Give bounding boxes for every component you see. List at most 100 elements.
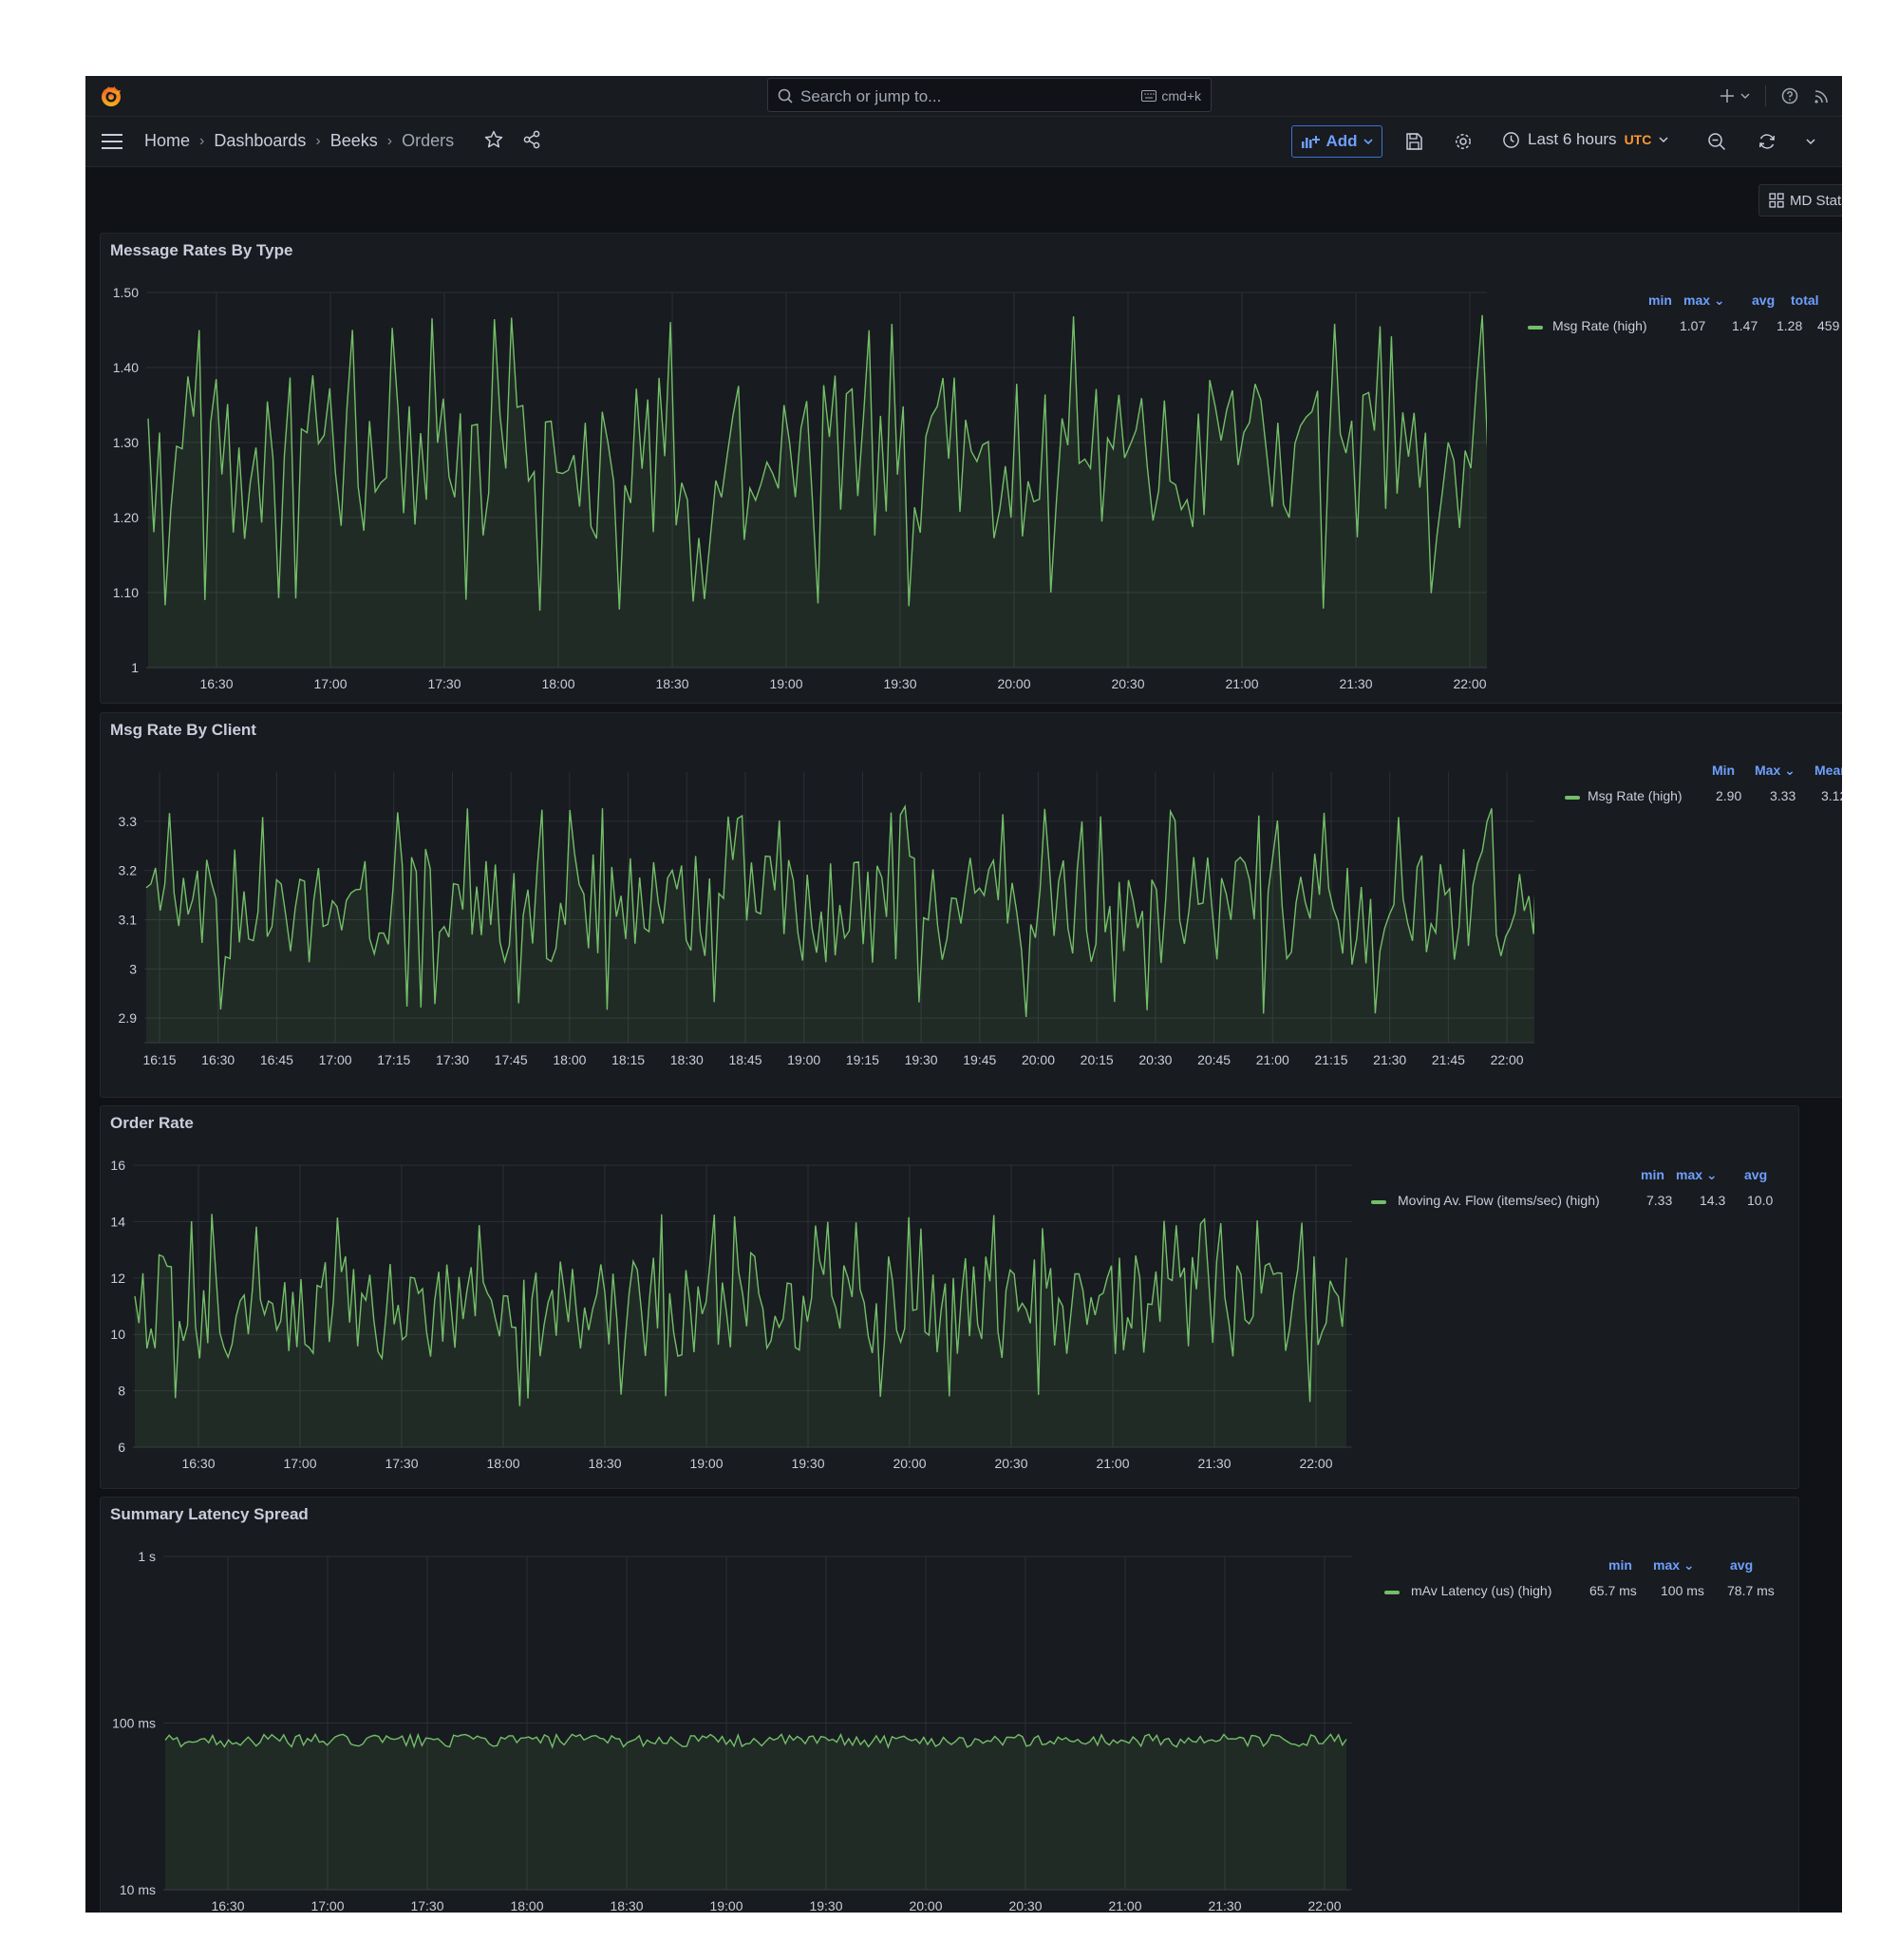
x-tick-label: 18:15 [611, 1052, 645, 1067]
y-tick-label: 1.20 [113, 510, 139, 525]
search-shortcut: cmd+k [1141, 88, 1201, 104]
x-tick-label: 21:30 [1208, 1898, 1241, 1913]
x-tick-label: 16:30 [199, 676, 233, 691]
x-tick-label: 18:00 [553, 1052, 586, 1067]
legend-max: 1.47 [1732, 318, 1758, 333]
x-tick-label: 16:30 [201, 1052, 235, 1067]
search-box[interactable]: Search or jump to... cmd+k [767, 78, 1212, 112]
y-tick-label: 16 [110, 1158, 125, 1173]
y-tick-label: 1.50 [113, 285, 139, 300]
x-tick-label: 22:00 [1307, 1898, 1341, 1913]
x-tick-label: 20:30 [994, 1456, 1027, 1471]
chart-msg-rate-by-client: 2.9 3 3.1 3.2 3.3 16:15 16:30 16:45 17:00 17:15 17… [119, 772, 1534, 1067]
star-icon[interactable] [484, 130, 503, 149]
legend-header-min[interactable]: min [1648, 292, 1672, 308]
dashboard-title-actions [484, 130, 541, 149]
sort-chevron-icon: ⌄ [1784, 763, 1796, 778]
legend-mean: 3.12 [1821, 788, 1842, 803]
x-tick-label: 22:00 [1453, 676, 1486, 691]
legend-header-min[interactable]: min [1608, 1557, 1632, 1573]
x-tick-label: 17:00 [319, 1052, 352, 1067]
legend-min: 65.7 ms [1589, 1583, 1637, 1598]
x-tick-label: 21:00 [1225, 676, 1258, 691]
x-tick-label: 21:15 [1314, 1052, 1347, 1067]
legend-max: 14.3 [1700, 1193, 1726, 1208]
x-tick-label: 18:00 [486, 1456, 519, 1471]
panel-message-rates-by-type[interactable]: Message Rates By Type 1 1.10 1.20 1.30 1.40 1… [100, 233, 1842, 704]
legend-header-max[interactable]: max ⌄ [1653, 1557, 1695, 1574]
grafana-app: Search or jump to... cmd+k Home › Dashbo… [85, 76, 1842, 1913]
breadcrumb-beeks[interactable]: Beeks [330, 131, 378, 151]
legend-header-max[interactable]: max ⌄ [1676, 1167, 1718, 1183]
x-tick-label: 19:30 [905, 1052, 938, 1067]
x-tick-label: 19:30 [809, 1898, 842, 1913]
x-tick-label: 20:45 [1197, 1052, 1231, 1067]
legend-avg: 1.28 [1777, 318, 1803, 333]
save-icon[interactable] [1404, 132, 1423, 151]
panel-msg-rate-by-client[interactable]: Msg Rate By Client 2.9 3 3.1 3.2 3.3 16:15 16:… [100, 712, 1842, 1098]
y-tick-label: 3.3 [119, 814, 138, 829]
new-menu-button[interactable] [1720, 88, 1750, 104]
legend-header-avg[interactable]: avg [1752, 292, 1775, 308]
y-tick-label: 1 s [138, 1549, 156, 1564]
grafana-logo-icon[interactable] [99, 84, 123, 108]
chart-order-rate: 6 8 10 12 14 16 16:30 17:00 17:30 18:00 18:30 19:00… [110, 1158, 1352, 1471]
chart-summary-latency: 10 ms 100 ms 1 s 16:30 17:00 17:30 18:00 18:30 1… [112, 1549, 1352, 1913]
x-tick-label: 19:45 [963, 1052, 996, 1067]
settings-gear-icon[interactable] [1454, 132, 1473, 151]
series-color-swatch [1384, 1591, 1400, 1594]
series-area-fill [165, 1734, 1346, 1890]
legend-total: 459 [1817, 318, 1840, 333]
panel-summary-latency-spread[interactable]: Summary Latency Spread 10 ms 100 ms 1 s 16:… [100, 1497, 1799, 1913]
legend-avg: 10.0 [1747, 1193, 1774, 1208]
legend-header-min[interactable]: min [1641, 1167, 1664, 1182]
x-tick-label: 20:30 [1138, 1052, 1172, 1067]
legend-header-avg[interactable]: avg [1730, 1557, 1753, 1573]
x-tick-label: 21:30 [1339, 676, 1372, 691]
breadcrumb-home[interactable]: Home [144, 131, 190, 151]
x-tick-label: 17:30 [436, 1052, 469, 1067]
apps-grid-icon [1769, 193, 1784, 208]
x-tick-label: 20:15 [1081, 1052, 1114, 1067]
legend-series-name: mAv Latency (us) (high) [1411, 1583, 1552, 1598]
legend-header-max[interactable]: Max ⌄ [1755, 763, 1796, 779]
x-tick-label: 22:00 [1299, 1456, 1332, 1471]
chevron-right-icon: › [199, 132, 205, 149]
x-tick-label: 19:00 [769, 676, 802, 691]
news-feed-icon[interactable] [1814, 87, 1831, 104]
y-tick-label: 2.9 [119, 1010, 138, 1026]
panel-order-rate[interactable]: Order Rate 6 8 10 12 14 16 16:30 17:00 17:30 18:0… [100, 1105, 1799, 1489]
refresh-icon[interactable] [1758, 132, 1777, 151]
legend-header-total[interactable]: total [1791, 292, 1819, 308]
legend-header-min[interactable]: Min [1712, 763, 1735, 778]
legend-row[interactable]: mAv Latency (us) (high) 65.7 ms 100 ms 7… [1384, 1583, 1793, 1606]
sort-chevron-icon: ⌄ [1683, 1557, 1695, 1573]
x-tick-label: 17:45 [495, 1052, 528, 1067]
menu-icon[interactable] [101, 133, 123, 150]
legend-row[interactable]: Msg Rate (high) 1.07 1.47 1.28 459 [1528, 318, 1842, 341]
time-range-picker[interactable]: Last 6 hours UTC [1502, 130, 1668, 149]
x-tick-label: 21:45 [1432, 1052, 1465, 1067]
x-tick-label: 17:00 [283, 1456, 316, 1471]
x-tick-label: 19:30 [791, 1456, 824, 1471]
zoom-out-icon[interactable] [1707, 132, 1726, 151]
x-tick-label: 17:30 [410, 1898, 443, 1913]
legend-header-max-label: max [1683, 292, 1711, 308]
x-tick-label: 17:30 [427, 676, 461, 691]
y-tick-label: 3.1 [119, 912, 138, 927]
clock-icon [1503, 131, 1519, 148]
legend-row[interactable]: Moving Av. Flow (items/sec) (high) 7.33 … [1371, 1193, 1789, 1216]
breadcrumb-dashboards[interactable]: Dashboards [214, 131, 306, 151]
series-color-swatch [1371, 1200, 1386, 1204]
chevron-right-icon: › [315, 132, 321, 149]
refresh-interval-chevron-icon[interactable] [1806, 137, 1815, 146]
legend-header-max[interactable]: max ⌄ [1683, 292, 1725, 309]
add-button[interactable]: Add [1291, 125, 1382, 158]
help-icon[interactable] [1781, 87, 1798, 104]
share-icon[interactable] [522, 130, 541, 149]
md-stats-link-button[interactable]: MD Stats [1758, 184, 1842, 217]
x-tick-label: 18:00 [541, 676, 574, 691]
legend-header-avg[interactable]: avg [1744, 1167, 1767, 1182]
legend-row[interactable]: Msg Rate (high) 2.90 3.33 3.12 [1565, 788, 1842, 811]
legend-header-mean[interactable]: Mean [1814, 763, 1842, 778]
